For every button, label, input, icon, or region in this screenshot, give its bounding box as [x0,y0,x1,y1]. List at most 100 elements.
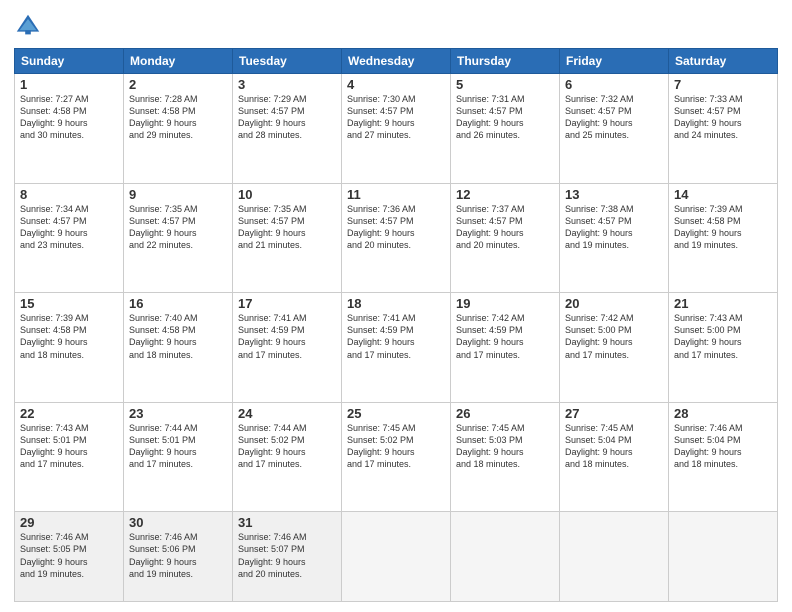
calendar-cell: 17Sunrise: 7:41 AM Sunset: 4:59 PM Dayli… [233,293,342,403]
day-number: 27 [565,406,663,421]
calendar-cell: 30Sunrise: 7:46 AM Sunset: 5:06 PM Dayli… [124,512,233,602]
logo [14,12,46,40]
day-number: 26 [456,406,554,421]
day-info: Sunrise: 7:33 AM Sunset: 4:57 PM Dayligh… [674,93,772,142]
calendar-cell: 9Sunrise: 7:35 AM Sunset: 4:57 PM Daylig… [124,183,233,293]
day-info: Sunrise: 7:31 AM Sunset: 4:57 PM Dayligh… [456,93,554,142]
calendar-cell: 23Sunrise: 7:44 AM Sunset: 5:01 PM Dayli… [124,402,233,512]
day-number: 12 [456,187,554,202]
day-info: Sunrise: 7:32 AM Sunset: 4:57 PM Dayligh… [565,93,663,142]
calendar-cell: 27Sunrise: 7:45 AM Sunset: 5:04 PM Dayli… [560,402,669,512]
weekday-header-friday: Friday [560,49,669,74]
calendar-cell: 5Sunrise: 7:31 AM Sunset: 4:57 PM Daylig… [451,74,560,184]
calendar-cell: 7Sunrise: 7:33 AM Sunset: 4:57 PM Daylig… [669,74,778,184]
calendar-cell: 15Sunrise: 7:39 AM Sunset: 4:58 PM Dayli… [15,293,124,403]
day-info: Sunrise: 7:43 AM Sunset: 5:01 PM Dayligh… [20,422,118,471]
day-number: 16 [129,296,227,311]
calendar-cell: 10Sunrise: 7:35 AM Sunset: 4:57 PM Dayli… [233,183,342,293]
calendar-cell: 18Sunrise: 7:41 AM Sunset: 4:59 PM Dayli… [342,293,451,403]
week-row-5: 29Sunrise: 7:46 AM Sunset: 5:05 PM Dayli… [15,512,778,602]
day-info: Sunrise: 7:41 AM Sunset: 4:59 PM Dayligh… [238,312,336,361]
day-number: 14 [674,187,772,202]
day-info: Sunrise: 7:27 AM Sunset: 4:58 PM Dayligh… [20,93,118,142]
day-info: Sunrise: 7:46 AM Sunset: 5:04 PM Dayligh… [674,422,772,471]
weekday-header-wednesday: Wednesday [342,49,451,74]
header-row [14,12,778,40]
day-number: 30 [129,515,227,530]
day-number: 9 [129,187,227,202]
weekday-header-saturday: Saturday [669,49,778,74]
day-info: Sunrise: 7:36 AM Sunset: 4:57 PM Dayligh… [347,203,445,252]
day-info: Sunrise: 7:43 AM Sunset: 5:00 PM Dayligh… [674,312,772,361]
day-number: 22 [20,406,118,421]
weekday-header-tuesday: Tuesday [233,49,342,74]
calendar-cell: 21Sunrise: 7:43 AM Sunset: 5:00 PM Dayli… [669,293,778,403]
main-container: SundayMondayTuesdayWednesdayThursdayFrid… [0,0,792,612]
day-number: 1 [20,77,118,92]
day-number: 21 [674,296,772,311]
calendar-cell: 16Sunrise: 7:40 AM Sunset: 4:58 PM Dayli… [124,293,233,403]
calendar-cell: 14Sunrise: 7:39 AM Sunset: 4:58 PM Dayli… [669,183,778,293]
day-info: Sunrise: 7:46 AM Sunset: 5:06 PM Dayligh… [129,531,227,580]
day-info: Sunrise: 7:29 AM Sunset: 4:57 PM Dayligh… [238,93,336,142]
day-info: Sunrise: 7:45 AM Sunset: 5:02 PM Dayligh… [347,422,445,471]
day-info: Sunrise: 7:42 AM Sunset: 5:00 PM Dayligh… [565,312,663,361]
day-number: 17 [238,296,336,311]
day-info: Sunrise: 7:42 AM Sunset: 4:59 PM Dayligh… [456,312,554,361]
calendar-cell [342,512,451,602]
calendar-cell: 26Sunrise: 7:45 AM Sunset: 5:03 PM Dayli… [451,402,560,512]
day-number: 28 [674,406,772,421]
week-row-3: 15Sunrise: 7:39 AM Sunset: 4:58 PM Dayli… [15,293,778,403]
day-info: Sunrise: 7:37 AM Sunset: 4:57 PM Dayligh… [456,203,554,252]
day-number: 7 [674,77,772,92]
calendar-cell [451,512,560,602]
calendar-cell: 8Sunrise: 7:34 AM Sunset: 4:57 PM Daylig… [15,183,124,293]
weekday-header-row: SundayMondayTuesdayWednesdayThursdayFrid… [15,49,778,74]
weekday-header-sunday: Sunday [15,49,124,74]
day-number: 25 [347,406,445,421]
calendar-cell: 20Sunrise: 7:42 AM Sunset: 5:00 PM Dayli… [560,293,669,403]
day-number: 19 [456,296,554,311]
day-info: Sunrise: 7:46 AM Sunset: 5:05 PM Dayligh… [20,531,118,580]
day-info: Sunrise: 7:35 AM Sunset: 4:57 PM Dayligh… [129,203,227,252]
day-info: Sunrise: 7:41 AM Sunset: 4:59 PM Dayligh… [347,312,445,361]
calendar-cell: 13Sunrise: 7:38 AM Sunset: 4:57 PM Dayli… [560,183,669,293]
calendar-cell: 25Sunrise: 7:45 AM Sunset: 5:02 PM Dayli… [342,402,451,512]
calendar-cell: 19Sunrise: 7:42 AM Sunset: 4:59 PM Dayli… [451,293,560,403]
calendar-cell: 4Sunrise: 7:30 AM Sunset: 4:57 PM Daylig… [342,74,451,184]
logo-icon [14,12,42,40]
day-number: 6 [565,77,663,92]
week-row-4: 22Sunrise: 7:43 AM Sunset: 5:01 PM Dayli… [15,402,778,512]
day-number: 11 [347,187,445,202]
day-info: Sunrise: 7:39 AM Sunset: 4:58 PM Dayligh… [674,203,772,252]
day-info: Sunrise: 7:44 AM Sunset: 5:02 PM Dayligh… [238,422,336,471]
day-number: 5 [456,77,554,92]
day-info: Sunrise: 7:45 AM Sunset: 5:03 PM Dayligh… [456,422,554,471]
day-info: Sunrise: 7:44 AM Sunset: 5:01 PM Dayligh… [129,422,227,471]
day-number: 15 [20,296,118,311]
calendar-cell: 31Sunrise: 7:46 AM Sunset: 5:07 PM Dayli… [233,512,342,602]
day-info: Sunrise: 7:30 AM Sunset: 4:57 PM Dayligh… [347,93,445,142]
week-row-2: 8Sunrise: 7:34 AM Sunset: 4:57 PM Daylig… [15,183,778,293]
day-info: Sunrise: 7:46 AM Sunset: 5:07 PM Dayligh… [238,531,336,580]
day-info: Sunrise: 7:35 AM Sunset: 4:57 PM Dayligh… [238,203,336,252]
calendar-cell: 22Sunrise: 7:43 AM Sunset: 5:01 PM Dayli… [15,402,124,512]
calendar-cell: 3Sunrise: 7:29 AM Sunset: 4:57 PM Daylig… [233,74,342,184]
calendar-cell [560,512,669,602]
day-number: 2 [129,77,227,92]
calendar-cell: 24Sunrise: 7:44 AM Sunset: 5:02 PM Dayli… [233,402,342,512]
day-number: 18 [347,296,445,311]
day-number: 20 [565,296,663,311]
day-number: 23 [129,406,227,421]
day-info: Sunrise: 7:40 AM Sunset: 4:58 PM Dayligh… [129,312,227,361]
calendar-cell: 6Sunrise: 7:32 AM Sunset: 4:57 PM Daylig… [560,74,669,184]
week-row-1: 1Sunrise: 7:27 AM Sunset: 4:58 PM Daylig… [15,74,778,184]
calendar-cell: 28Sunrise: 7:46 AM Sunset: 5:04 PM Dayli… [669,402,778,512]
day-info: Sunrise: 7:39 AM Sunset: 4:58 PM Dayligh… [20,312,118,361]
calendar-cell: 2Sunrise: 7:28 AM Sunset: 4:58 PM Daylig… [124,74,233,184]
calendar-cell: 1Sunrise: 7:27 AM Sunset: 4:58 PM Daylig… [15,74,124,184]
calendar-cell: 12Sunrise: 7:37 AM Sunset: 4:57 PM Dayli… [451,183,560,293]
day-number: 3 [238,77,336,92]
day-number: 4 [347,77,445,92]
weekday-header-thursday: Thursday [451,49,560,74]
